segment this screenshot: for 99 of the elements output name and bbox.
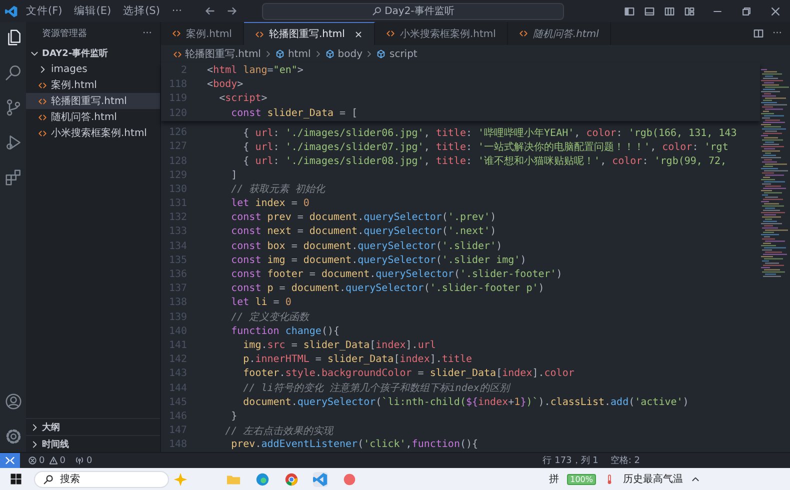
taskbar-search-field[interactable]: 搜索: [34, 470, 169, 488]
code-line: // 左右点击效果的实现: [224, 424, 334, 438]
code-file-icon: [254, 30, 264, 38]
code-line: let li = 0: [230, 297, 292, 308]
code-file-icon: [38, 80, 47, 90]
forward-arrow-icon[interactable]: [226, 5, 238, 17]
menu-item[interactable]: 编辑(E): [74, 4, 112, 18]
code-line: { url: './images/slider07.jpg', title: '一站式解决你的电脑配置问题！！！', color: 'rgt: [242, 140, 728, 154]
code-file-icon: [38, 128, 47, 138]
menu-item[interactable]: ···: [172, 5, 182, 17]
split-layout-icon[interactable]: [664, 6, 675, 16]
cursor-position[interactable]: 行 173，列 1: [542, 454, 598, 467]
menu-item[interactable]: 选择(S): [123, 4, 160, 18]
chevron-icon: [365, 50, 374, 58]
play-bug-icon[interactable]: [4, 133, 22, 152]
search-icon[interactable]: [4, 63, 22, 82]
code-line: document.querySelector(`li:nth-child(${index+1})`).classList.add('active'): [242, 396, 689, 408]
settings-icon[interactable]: [4, 427, 22, 446]
chevron-icon: [264, 50, 272, 58]
remote-icon[interactable]: [0, 453, 20, 468]
close-icon[interactable]: [770, 6, 781, 16]
code-line: p.innerHTML = slider_Data[index].title: [242, 354, 472, 366]
warning-icon: [48, 456, 58, 465]
command-search-field[interactable]: Day2-事件监听: [262, 2, 564, 20]
file-tree-item[interactable]: 随机问答.html: [26, 109, 160, 125]
code-line: footer.style.backgroundColor = slider_Data[index].color: [242, 368, 574, 380]
code-line: const box = document.querySelector('.slider'): [230, 240, 502, 252]
code-file-icon: [38, 112, 47, 122]
layout-grid-icon[interactable]: [684, 6, 695, 16]
breadcrumb-item[interactable]: html: [288, 48, 311, 60]
back-arrow-icon[interactable]: [204, 5, 216, 17]
code-line: <body>: [206, 79, 244, 90]
code-line: { url: './images/slider06.jpg', title: '哔哩哔哩小年YEAH', color: 'rgb(166, 131, 143: [242, 126, 737, 140]
error-icon: [28, 456, 37, 465]
input-method-indicator[interactable]: 拼: [549, 472, 560, 486]
windows-logo-icon[interactable]: [10, 473, 22, 485]
code-line: { url: './images/slider08.jpg', title: '谁不想和小猫咪贴贴呢！', color: 'rgb(99, 72,: [242, 154, 727, 168]
weather-text[interactable]: 历史最高气温: [623, 472, 683, 486]
code-line: const img = document.querySelector('.slider img'): [230, 254, 526, 266]
file-tree-item[interactable]: images: [26, 61, 160, 77]
cube-icon: [274, 49, 285, 59]
code-line: img.src = slider_Data[index].url: [242, 340, 436, 351]
browser-icon[interactable]: [255, 472, 270, 486]
breadcrumb-item[interactable]: body: [338, 48, 362, 60]
code-file-icon: [173, 50, 182, 58]
editor-tab[interactable]: 轮播图重写.html: [244, 22, 375, 45]
restore-icon[interactable]: [741, 6, 752, 16]
panel-toggle-icon[interactable]: [644, 6, 655, 16]
code-line: const next = document.querySelector('.next'): [230, 226, 496, 238]
menu-item[interactable]: 文件(F): [26, 4, 62, 18]
panel-title: 资源管理器: [42, 28, 87, 40]
code-line: // 定义变化函数: [230, 310, 310, 324]
code-line: }: [230, 410, 238, 422]
chevron-icon: [314, 50, 322, 58]
code-line: prev.addEventListener('click',function(){: [230, 439, 478, 450]
code-line: const p = document.querySelector('.slider-footer p'): [230, 283, 544, 294]
code-line: // 获取元素 初始化: [230, 182, 326, 196]
code-file-icon: [386, 29, 395, 38]
code-file-icon: [172, 29, 181, 38]
cube-icon: [376, 49, 386, 59]
file-tree-item[interactable]: 小米搜索框案例.html: [26, 125, 160, 141]
extensions-icon[interactable]: [4, 168, 22, 187]
account-icon[interactable]: [4, 392, 22, 411]
broadcast-icon: [75, 456, 84, 465]
problems-button[interactable]: 0 0: [28, 456, 68, 466]
file-tree-item[interactable]: 轮播图重写.html: [26, 93, 160, 109]
code-line: <html lang="en">: [206, 64, 304, 76]
breadcrumb-item[interactable]: script: [389, 48, 418, 60]
editor-tab[interactable]: 小米搜索框案例.html: [374, 22, 508, 45]
record-icon[interactable]: [342, 472, 357, 486]
folder-header[interactable]: DAY2-事件监听: [26, 45, 160, 61]
app-logo-icon: [5, 4, 18, 18]
more-actions-button[interactable]: ···: [772, 28, 782, 39]
search-icon: [372, 6, 382, 16]
breadcrumb-item[interactable]: 轮播图重写.html: [185, 47, 261, 61]
split-editor-icon[interactable]: [753, 28, 764, 39]
sidebar-toggle-icon[interactable]: [624, 6, 635, 16]
code-file-icon: [518, 29, 528, 38]
code-file-icon: [38, 96, 47, 106]
indentation-setting[interactable]: 空格: 2: [610, 454, 640, 467]
ports-button[interactable]: 0: [75, 456, 94, 466]
code-line: // li符号的变化 注意第几个孩子和数组下标index的区别: [242, 382, 510, 396]
close-icon[interactable]: [354, 30, 363, 38]
code-line: const slider_Data = [: [230, 108, 358, 119]
cube-icon: [324, 49, 335, 59]
code-line: let index = 0: [230, 198, 310, 210]
file-tree-item[interactable]: 案例.html: [26, 77, 160, 93]
code-editor-icon[interactable]: [313, 472, 328, 486]
code-line: function change(){: [230, 326, 340, 337]
chevron-up-icon[interactable]: [691, 474, 700, 484]
code-line: const prev = document.querySelector('.prev'): [230, 212, 496, 224]
code-line: <script>: [218, 93, 268, 104]
editor-tab[interactable]: 随机问答.html: [508, 22, 611, 45]
browser-icon[interactable]: [284, 472, 299, 486]
section-header[interactable]: 大纲: [26, 418, 160, 435]
code-line: const footer = document.querySelector('.slider-footer'): [230, 269, 562, 280]
more-actions-button[interactable]: ···: [142, 28, 152, 39]
search-icon: [43, 474, 54, 484]
code-line: ]: [230, 170, 238, 181]
